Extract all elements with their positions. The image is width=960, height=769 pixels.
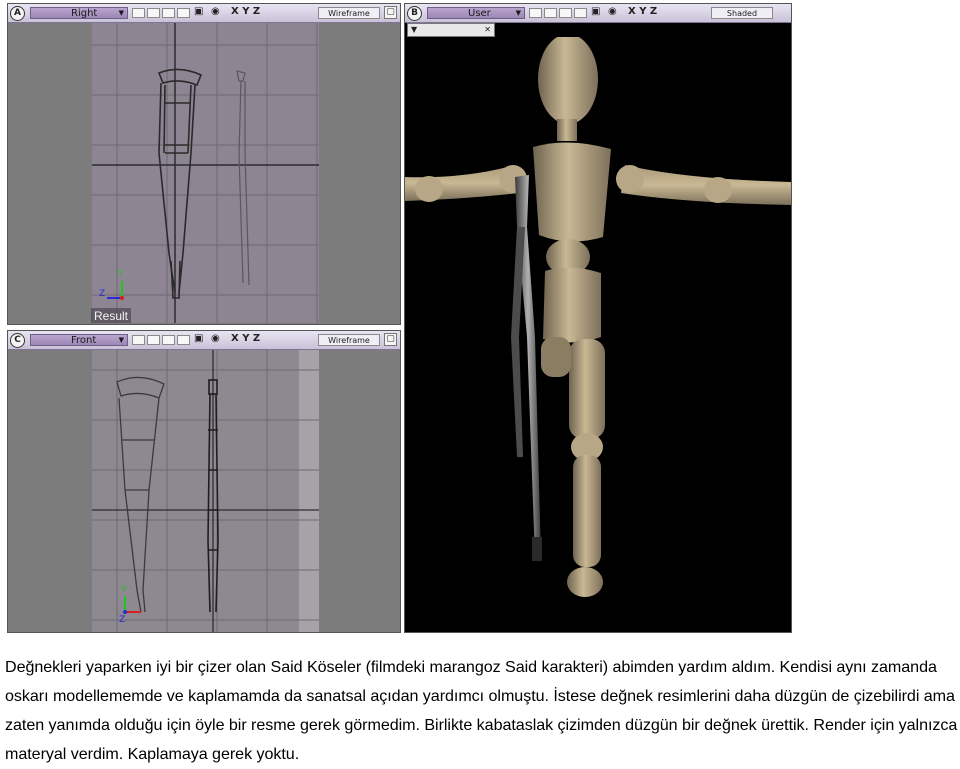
- mannequin-head: [538, 37, 598, 124]
- view-dropdown[interactable]: Front: [30, 334, 128, 346]
- camera-icon[interactable]: ▣: [194, 6, 203, 17]
- shaded-mannequin-svg: [405, 37, 791, 597]
- display-mode[interactable]: Wireframe: [318, 7, 380, 19]
- dropdown-arrow-icon[interactable]: ▼: [411, 24, 417, 35]
- toolbar-toggle[interactable]: [162, 335, 175, 345]
- display-mode[interactable]: Wireframe: [318, 334, 380, 346]
- toolbar-toggle[interactable]: [177, 8, 190, 18]
- result-label: Result: [91, 308, 132, 323]
- axis-buttons[interactable]: X Y Z: [231, 6, 260, 17]
- axis-z-label: Z: [119, 615, 125, 625]
- toolbar-toggle[interactable]: [574, 8, 587, 18]
- viewport-toolbar: A Right ▣ ◉ X Y Z Wireframe ▢: [8, 4, 400, 23]
- camera-icon[interactable]: ▣: [591, 6, 600, 17]
- viewport-letter: C: [10, 333, 25, 348]
- mannequin-right-foot: [567, 567, 603, 597]
- mannequin-right-thigh: [569, 339, 605, 439]
- view-dropdown[interactable]: User: [427, 7, 525, 19]
- viewport-letter: A: [10, 6, 25, 21]
- wireframe-right-svg: Y Z: [92, 23, 319, 323]
- toolbar-toggle[interactable]: [544, 8, 557, 18]
- eye-icon[interactable]: ◉: [608, 6, 617, 17]
- maximize-button[interactable]: ▢: [384, 333, 397, 346]
- eye-icon[interactable]: ◉: [211, 333, 220, 344]
- toolbar-toggle[interactable]: [162, 8, 175, 18]
- mannequin-torso: [533, 142, 611, 242]
- toolbar-toggle[interactable]: [147, 8, 160, 18]
- toolbar-toggle[interactable]: [177, 335, 190, 345]
- axis-y-label: Y: [117, 269, 124, 279]
- viewport-canvas[interactable]: Y Z Result: [9, 23, 399, 323]
- wireframe-front-svg: Y Z: [92, 350, 319, 632]
- toolbar-toggle[interactable]: [529, 8, 542, 18]
- maximize-button[interactable]: ▢: [384, 6, 397, 19]
- viewport-user[interactable]: B User ▣ ◉ X Y Z Shaded ▼ ✕: [404, 3, 792, 633]
- toolbar-toggle[interactable]: [132, 8, 145, 18]
- toolbar-toggle[interactable]: [559, 8, 572, 18]
- close-icon[interactable]: ✕: [484, 24, 491, 35]
- caption-paragraph: Değnekleri yaparken iyi bir çizer olan S…: [5, 658, 958, 763]
- display-mode[interactable]: Shaded: [711, 7, 773, 19]
- viewport-toolbar: B User ▣ ◉ X Y Z Shaded: [405, 4, 791, 23]
- axis-buttons[interactable]: X Y Z: [628, 6, 657, 17]
- mini-toolbar[interactable]: ▼ ✕: [407, 23, 495, 37]
- viewport-front[interactable]: C Front ▣ ◉ X Y Z Wireframe ▢: [7, 330, 401, 633]
- mannequin-pelvis: [543, 267, 601, 343]
- viewport-canvas[interactable]: Y Z: [9, 350, 399, 632]
- mannequin-right-shin: [573, 455, 601, 567]
- axis-z-label: Z: [99, 289, 105, 299]
- axis-buttons[interactable]: X Y Z: [231, 333, 260, 344]
- toolbar-toggle[interactable]: [147, 335, 160, 345]
- viewport-right[interactable]: A Right ▣ ◉ X Y Z Wireframe ▢: [7, 3, 401, 325]
- viewport-letter: B: [407, 6, 422, 21]
- camera-icon[interactable]: ▣: [194, 333, 203, 344]
- eye-icon[interactable]: ◉: [211, 6, 220, 17]
- toolbar-toggle[interactable]: [132, 335, 145, 345]
- viewport-toolbar: C Front ▣ ◉ X Y Z Wireframe ▢: [8, 331, 400, 350]
- view-dropdown[interactable]: Right: [30, 7, 128, 19]
- axis-y-label: Y: [120, 585, 127, 595]
